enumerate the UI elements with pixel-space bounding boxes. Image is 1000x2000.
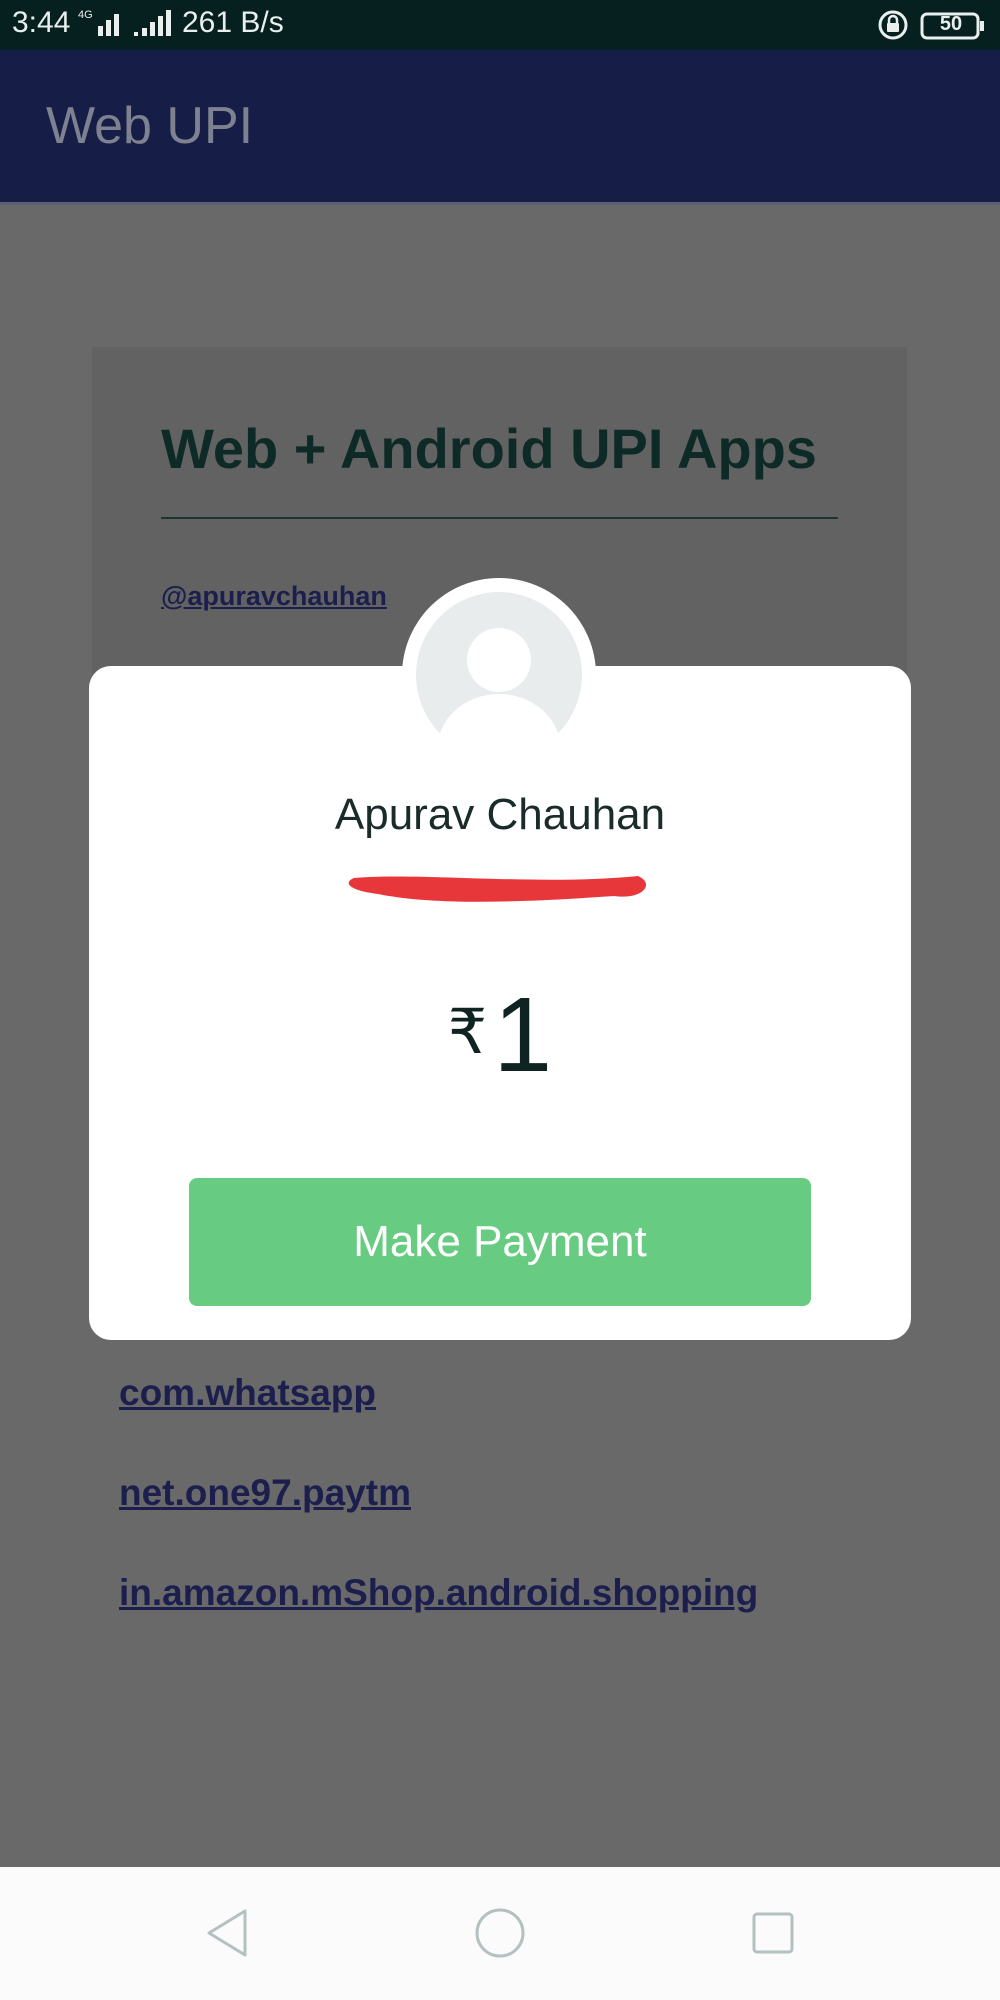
author-handle-link[interactable]: @apuravchauhan xyxy=(161,581,387,612)
battery-icon: 50 xyxy=(920,12,986,40)
package-link-whatsapp[interactable]: com.whatsapp xyxy=(119,1372,376,1414)
signal-icon: 4G xyxy=(78,9,171,36)
package-link-paytm[interactable]: net.one97.paytm xyxy=(119,1472,411,1514)
redaction-mark xyxy=(348,876,647,902)
data-speed: 261 B/s xyxy=(182,6,284,39)
recents-icon[interactable] xyxy=(712,1867,832,2000)
app-title: Web UPI xyxy=(46,97,254,155)
page-heading: Web + Android UPI Apps xyxy=(161,417,817,480)
payee-name: Apurav Chauhan xyxy=(334,790,666,839)
currency-symbol: ₹ xyxy=(447,998,488,1067)
battery-level: 50 xyxy=(939,13,963,35)
package-link-amazon[interactable]: in.amazon.mShop.android.shopping xyxy=(119,1572,758,1614)
heading-divider xyxy=(161,517,838,519)
status-time: 3:44 xyxy=(12,6,71,39)
navigation-bar xyxy=(0,1867,1000,2000)
rotation-lock-icon xyxy=(878,10,908,40)
network-type-label: 4G xyxy=(78,9,93,21)
back-icon[interactable] xyxy=(167,1867,287,2000)
make-payment-button[interactable]: Make Payment xyxy=(189,1178,811,1306)
app-bar: Web UPI xyxy=(0,50,1000,205)
home-icon[interactable] xyxy=(440,1867,560,2000)
amount-value: 1 xyxy=(493,976,553,1094)
status-bar: 3:44 4G 261 B/s 50 xyxy=(0,0,1000,50)
person-avatar-icon xyxy=(416,592,582,758)
payment-amount: ₹1 xyxy=(0,975,1000,1096)
